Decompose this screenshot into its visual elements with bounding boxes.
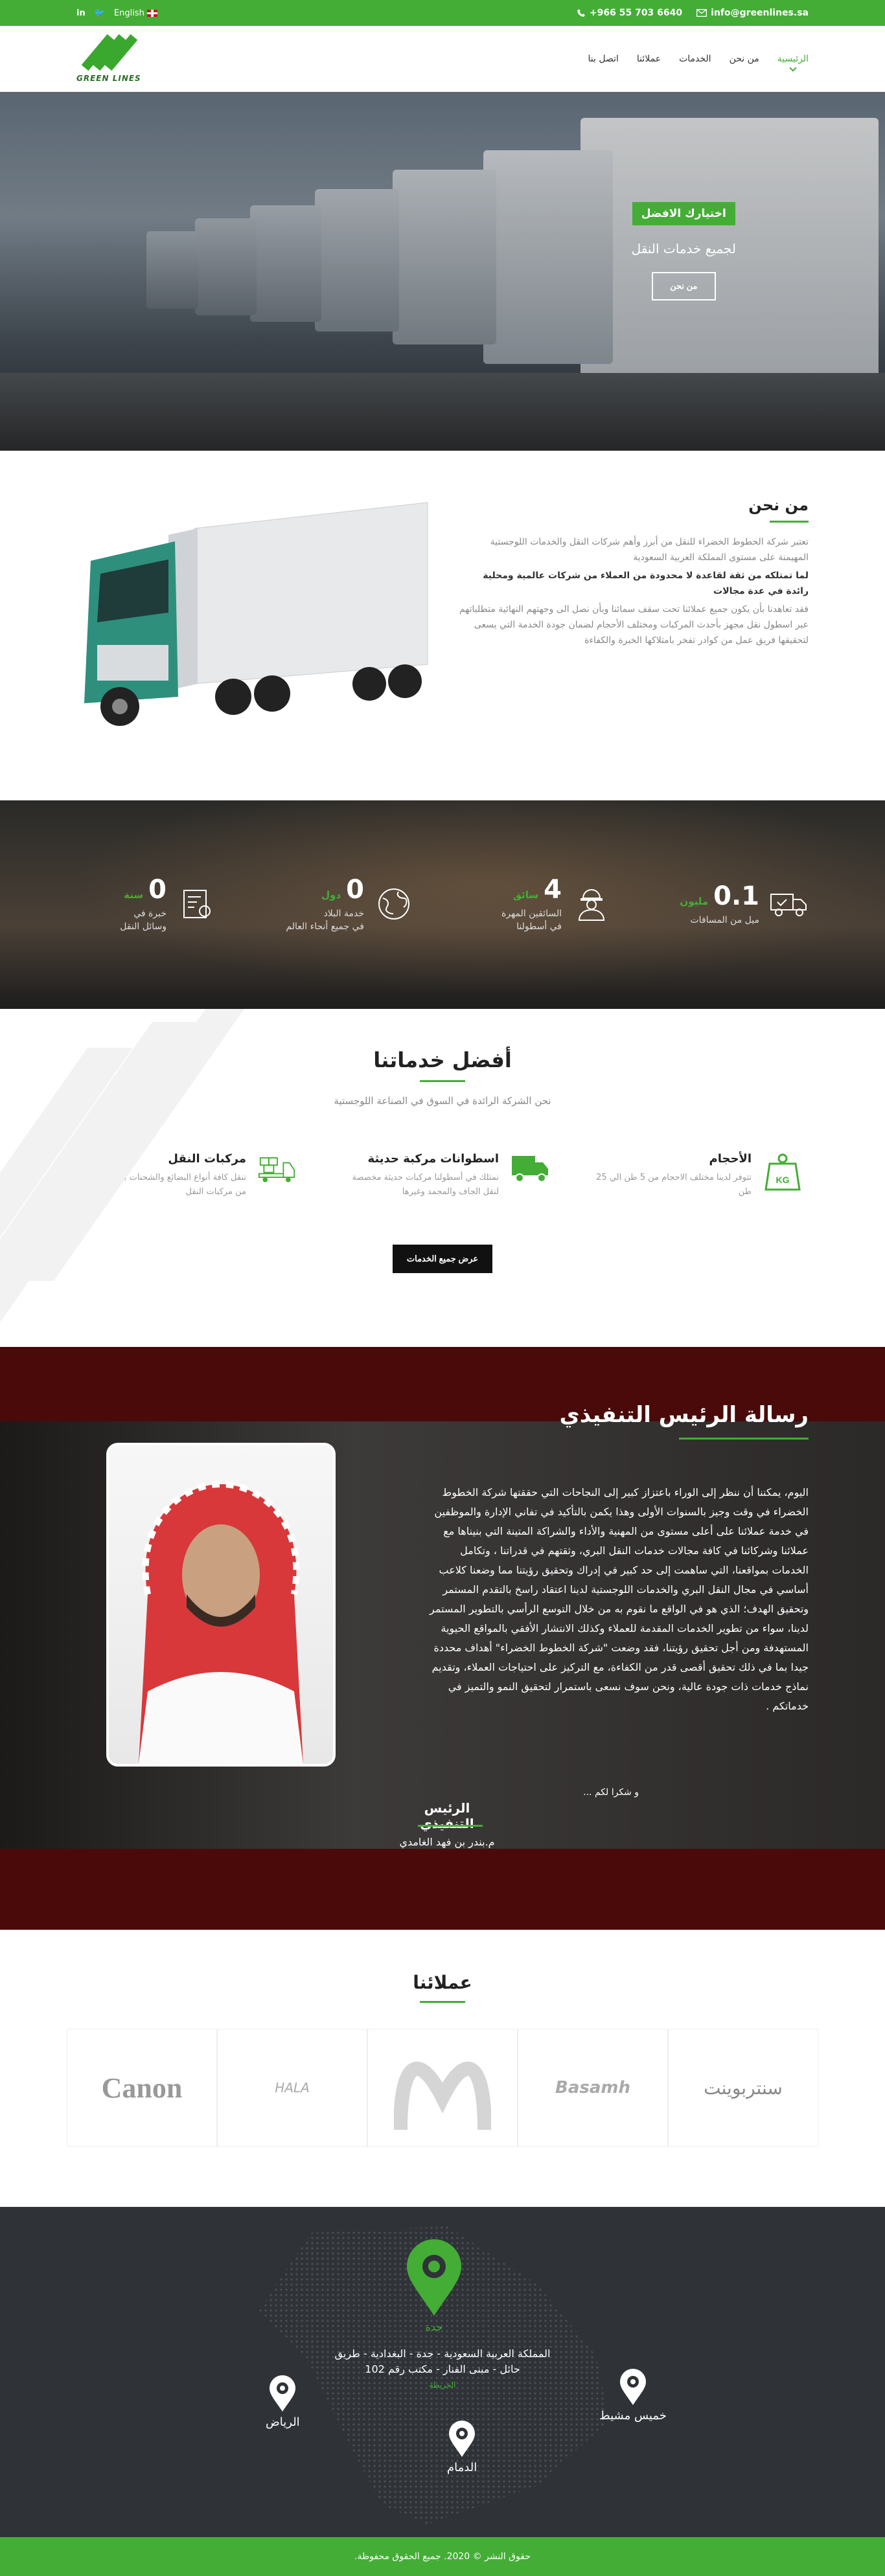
- about-section: من نحن تعتبر شركة الخطوط الخضراء للنقل م…: [0, 451, 885, 800]
- clients-title: عملائنا: [413, 1972, 472, 1993]
- stat-drivers-label-2: في أسطولنا: [516, 921, 562, 932]
- email-link[interactable]: info@greenlines.sa: [696, 8, 809, 18]
- nav-item-services[interactable]: الخدمات: [679, 54, 711, 64]
- jeddah-address: المملكة العربية السعودية - جدة - البغداد…: [0, 2346, 885, 2393]
- city-dammam: الدمام: [447, 2461, 477, 2474]
- stat-experience: 0 سنة خبرة في وسائل النقل: [76, 875, 216, 933]
- hero-banner: اختيارك الافضل لجميع خدمات النقل من نحن: [0, 92, 885, 451]
- weight-icon: KG: [764, 1153, 801, 1191]
- header: الرئيسية من نحن الخدمات عملائنا اتصل بنا…: [0, 26, 885, 92]
- pin-riyadh[interactable]: الرياض: [266, 2375, 300, 2429]
- client-logo-mcdonalds[interactable]: [367, 2029, 518, 2147]
- service-title-modern-fleet: اسطوانات مركبة حديثة: [367, 1152, 499, 1166]
- stats-section: 0.1 مليون ميل من المسافات 4 سائق السائقين …: [0, 800, 885, 1009]
- hero-title: لجميع خدمات النقل: [631, 241, 736, 256]
- mcdonalds-arches-icon: [394, 2061, 491, 2130]
- stat-countries-label-1: خدمة البلاد: [323, 909, 364, 919]
- stat-countries: 0 دول خدمة البلاد في جميع أنحاء العالم: [274, 875, 413, 933]
- forklift-boxes-icon: [258, 1157, 295, 1182]
- client-logo-hala[interactable]: HALA: [217, 2029, 367, 2147]
- service-card-modern-fleet[interactable]: اسطوانات مركبة حديثة نمتلك في أسطولنا مرك…: [336, 1152, 549, 1199]
- delivery-truck-icon: [512, 1156, 548, 1182]
- ceo-name: م.بندر بن فهد الغامدي: [399, 1836, 495, 1848]
- map-pin-icon: [270, 2375, 296, 2412]
- about-title: من نحن: [748, 496, 809, 523]
- envelope-icon: [696, 9, 707, 17]
- service-card-sizes[interactable]: KG الأحجام تتوفر لدينا مختلف الاحجام من 5…: [588, 1152, 802, 1199]
- pin-jeddah[interactable]: جدة: [405, 2239, 463, 2333]
- services-section: أفضل خدماتنا نحن الشركة الرائدة في السوق…: [0, 1009, 885, 1347]
- hero-badge: اختيارك الافضل: [632, 202, 735, 225]
- stat-countries-label-2: في جميع أنحاء العالم: [286, 921, 364, 932]
- stat-drivers-label-1: السائقين المهرة: [501, 909, 562, 919]
- map-link[interactable]: الخريطة: [0, 2377, 885, 2393]
- certificate-icon: [183, 890, 211, 918]
- nav-item-contact[interactable]: اتصل بنا: [588, 54, 619, 64]
- about-paragraph-3: فقد تعاهدنا بأن يكون جميع عملائنا تحت سق…: [459, 604, 809, 646]
- stat-experience-unit: سنة: [124, 889, 144, 901]
- view-all-services-button[interactable]: عرض جميع الخدمات: [392, 1245, 493, 1273]
- twitter-icon[interactable]: 🐦: [95, 8, 105, 18]
- ceo-section: رسالة الرئيس التنفيذي اليوم، يمكننا أن ن…: [0, 1347, 885, 1930]
- stat-drivers-value: 4: [544, 875, 562, 905]
- linkedin-icon[interactable]: in: [76, 8, 86, 18]
- phone-link[interactable]: +966 55 703 6640: [577, 8, 682, 18]
- nav-item-home[interactable]: الرئيسية: [777, 54, 809, 64]
- stat-drivers-unit: سائق: [512, 889, 539, 901]
- language-switch[interactable]: English: [114, 8, 157, 18]
- ceo-message: اليوم، يمكننا أن ننظر إلى الوراء باعتزاز…: [430, 1486, 809, 1712]
- service-title-sizes: الأحجام: [709, 1152, 752, 1166]
- stat-experience-label-1: خبرة في: [133, 909, 167, 919]
- stat-drivers: 4 سائق السائقين المهرة في أسطولنا: [472, 875, 611, 933]
- site-logo[interactable]: GREEN LINES: [76, 34, 141, 83]
- logo-mark-icon: [81, 34, 138, 71]
- stat-experience-value: 0: [148, 875, 167, 905]
- nav-item-clients[interactable]: عملائنا: [637, 54, 661, 64]
- service-desc-sizes: تتوفر لدينا مختلف الاحجام من 5 طن الي 25…: [596, 1173, 752, 1197]
- svg-text:KG: KG: [776, 1175, 790, 1185]
- map-pin-icon: [619, 2369, 646, 2405]
- footer: حقوق النشر © 2020. جميع الحقوق محفوظة.: [0, 2537, 885, 2576]
- phone-icon: [577, 9, 585, 17]
- nav-item-about[interactable]: من نحن: [730, 54, 759, 64]
- stat-experience-label-2: وسائل النقل: [120, 921, 167, 932]
- ceo-title: رسالة الرئيس التنفيذي: [559, 1402, 809, 1428]
- pin-dammam[interactable]: الدمام: [447, 2421, 477, 2474]
- logo-text: GREEN LINES: [76, 74, 141, 83]
- client-logo-basamh[interactable]: Basamh: [518, 2029, 668, 2147]
- stat-countries-unit: دول: [321, 889, 341, 901]
- map-pin-icon: [449, 2421, 476, 2457]
- top-bar: +966 55 703 6640 info@greenlines.sa in 🐦…: [0, 0, 885, 26]
- stat-distance: 0.1 مليون ميل من المسافات: [669, 875, 809, 933]
- pin-khamis[interactable]: خميس مشيط: [599, 2369, 667, 2423]
- main-nav: الرئيسية من نحن الخدمات عملائنا اتصل بنا: [588, 54, 809, 64]
- contact-info: +966 55 703 6640 info@greenlines.sa: [577, 8, 809, 18]
- truck-image: [84, 502, 428, 726]
- truck-check-icon: [770, 894, 807, 916]
- about-paragraph-1: تعتبر شركة الخطوط الخضراء للنقل من أبرز …: [490, 537, 809, 563]
- locations-map: جدة المملكة العربية السعودية - جدة - الب…: [0, 2207, 885, 2537]
- driver-icon: [578, 889, 605, 921]
- city-jeddah: جدة: [425, 2321, 443, 2333]
- map-pin-icon: [407, 2239, 461, 2316]
- clients-section: عملائنا سنتربوينت Basamh HALA Canon: [0, 1930, 885, 2207]
- copyright: حقوق النشر © 2020. جميع الحقوق محفوظة.: [354, 2551, 531, 2562]
- client-logo-canon[interactable]: Canon: [67, 2029, 217, 2147]
- ceo-photo: [106, 1443, 336, 1767]
- client-logo-centrepoint[interactable]: سنتربوينت: [668, 2029, 818, 2147]
- uk-flag-icon: [146, 9, 157, 17]
- city-riyadh: الرياض: [266, 2415, 300, 2429]
- stat-distance-label: ميل من المسافات: [690, 915, 759, 925]
- city-khamis-mushait: خميس مشيط: [599, 2409, 667, 2423]
- stat-countries-value: 0: [346, 875, 364, 905]
- about-paragraph-2: لما تمتلكه من ثقة لقاعدة لا محدودة من ال…: [483, 571, 809, 596]
- globe-icon: [378, 888, 409, 920]
- about-us-button[interactable]: من نحن: [652, 272, 716, 300]
- ceo-thanks: و شكرا لكم ...: [583, 1787, 639, 1798]
- stat-distance-unit: مليون: [680, 896, 709, 907]
- service-desc-modern-fleet: نمتلك في أسطولنا مركبات حديثة مخصصة لنقل…: [352, 1173, 499, 1197]
- stat-distance-value: 0.1: [713, 881, 759, 911]
